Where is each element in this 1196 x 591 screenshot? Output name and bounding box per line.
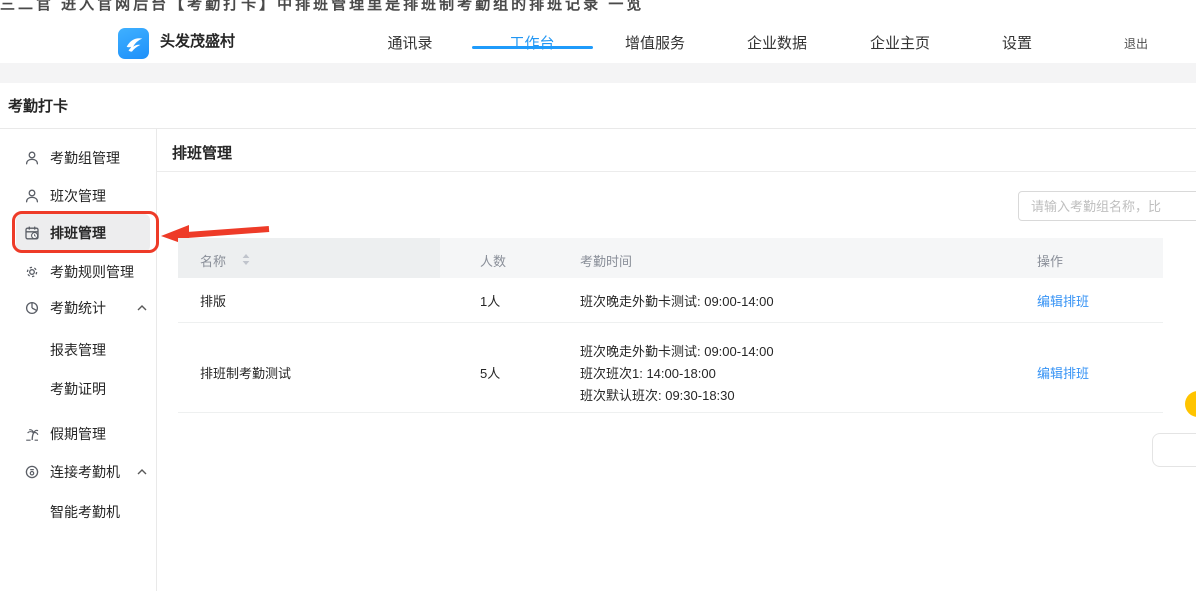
nav-tab-workbench[interactable]: 工作台 bbox=[509, 32, 554, 53]
row-count: 5人 bbox=[480, 363, 500, 382]
sidebar-item-label: 考勤规则管理 bbox=[50, 262, 134, 282]
column-header-count: 人数 bbox=[480, 251, 506, 270]
row-count: 1人 bbox=[480, 291, 500, 310]
wing-glyph bbox=[123, 33, 145, 55]
sidebar-item-label: 假期管理 bbox=[50, 424, 106, 444]
sidebar-item-label: 智能考勤机 bbox=[50, 502, 120, 522]
sidebar-item-label: 考勤统计 bbox=[50, 298, 106, 318]
dingtalk-logo-icon[interactable] bbox=[118, 28, 149, 59]
sidebar-divider bbox=[156, 129, 157, 591]
sidebar-item-connect-attendance-machine[interactable]: 连接考勤机 bbox=[0, 460, 156, 484]
sidebar-item-attendance-statistics[interactable]: 考勤统计 bbox=[0, 296, 156, 320]
active-tab-underline bbox=[472, 46, 593, 49]
row-divider bbox=[178, 322, 1163, 323]
chevron-up-icon[interactable] bbox=[137, 305, 147, 311]
sidebar-item-label: 考勤证明 bbox=[50, 379, 106, 399]
sidebar-item-shift-mgmt[interactable]: 班次管理 bbox=[0, 184, 156, 208]
column-header-attendance-time: 考勤时间 bbox=[580, 251, 632, 270]
sidebar-item-label: 连接考勤机 bbox=[50, 462, 120, 482]
row-attendance-time: 班次默认班次: 09:30-18:30 bbox=[580, 385, 735, 404]
company-name[interactable]: 头发茂盛村 bbox=[160, 30, 235, 51]
clipped-text-line: 三二官 进入官网后台【考勤打卡】中排班管理里是排班制考勤组的排班记录 一览 bbox=[0, 0, 1196, 11]
notification-badge[interactable] bbox=[1185, 391, 1196, 417]
page-title: 考勤打卡 bbox=[8, 95, 68, 116]
sidebar-item-holiday-mgmt[interactable]: 假期管理 bbox=[0, 422, 156, 446]
clipped-background-text: 三二官 进入官网后台【考勤打卡】中排班管理里是排班制考勤组的排班记录 一览 bbox=[0, 0, 1196, 11]
column-header-actions: 操作 bbox=[1037, 251, 1063, 270]
sidebar-item-attendance-group-mgmt[interactable]: 考勤组管理 bbox=[0, 146, 156, 170]
attendance-machine-icon bbox=[24, 464, 40, 480]
gear-icon bbox=[24, 264, 40, 280]
sidebar-item-report-mgmt[interactable]: 报表管理 bbox=[0, 338, 156, 362]
pie-chart-icon bbox=[24, 300, 40, 316]
sidebar-item-label: 班次管理 bbox=[50, 186, 106, 206]
logout-button[interactable]: 退出 bbox=[1124, 35, 1148, 52]
nav-tab-enterprise-data[interactable]: 企业数据 bbox=[747, 32, 807, 53]
row-name: 排班制考勤测试 bbox=[200, 363, 291, 382]
nav-tab-settings[interactable]: 设置 bbox=[1002, 32, 1032, 53]
sidebar-item-label: 报表管理 bbox=[50, 340, 106, 360]
row-attendance-time: 班次晚走外勤卡测试: 09:00-14:00 bbox=[580, 341, 774, 360]
nav-tab-value-added-services[interactable]: 增值服务 bbox=[625, 32, 685, 53]
row-divider bbox=[178, 412, 1163, 413]
row-attendance-time: 班次班次1: 14:00-18:00 bbox=[580, 363, 716, 382]
search-input[interactable] bbox=[1018, 191, 1196, 221]
column-header-name[interactable]: 名称 bbox=[200, 251, 226, 270]
nav-tab-enterprise-homepage[interactable]: 企业主页 bbox=[870, 32, 930, 53]
heading-divider bbox=[157, 171, 1196, 172]
person-icon bbox=[24, 188, 40, 204]
app-window: 三二官 进入官网后台【考勤打卡】中排班管理里是排班制考勤组的排班记录 一览 头发… bbox=[0, 0, 1196, 591]
navbar-bottom-strip bbox=[0, 63, 1196, 83]
edit-schedule-link[interactable]: 编辑排班 bbox=[1037, 363, 1089, 382]
sidebar-item-label: 考勤组管理 bbox=[50, 148, 120, 168]
top-navbar: 头发茂盛村 通讯录 工作台 增值服务 企业数据 企业主页 设置 退出 bbox=[0, 13, 1196, 63]
palm-tree-icon bbox=[24, 426, 40, 442]
nav-tab-contacts[interactable]: 通讯录 bbox=[387, 32, 432, 53]
sidebar-item-attendance-rules-mgmt[interactable]: 考勤规则管理 bbox=[0, 260, 156, 284]
section-heading: 排班管理 bbox=[172, 142, 232, 163]
sidebar-item-attendance-certificate[interactable]: 考勤证明 bbox=[0, 377, 156, 401]
partial-button-cutoff[interactable] bbox=[1152, 433, 1196, 467]
title-divider bbox=[0, 128, 1196, 129]
row-name: 排版 bbox=[200, 291, 226, 310]
row-attendance-time: 班次晚走外勤卡测试: 09:00-14:00 bbox=[580, 291, 774, 310]
sidebar-item-smart-attendance-machine[interactable]: 智能考勤机 bbox=[0, 500, 156, 524]
edit-schedule-link[interactable]: 编辑排班 bbox=[1037, 291, 1089, 310]
sort-arrows-icon[interactable] bbox=[242, 254, 250, 265]
person-icon bbox=[24, 150, 40, 166]
annotation-red-box bbox=[12, 211, 159, 253]
chevron-up-icon[interactable] bbox=[137, 469, 147, 475]
